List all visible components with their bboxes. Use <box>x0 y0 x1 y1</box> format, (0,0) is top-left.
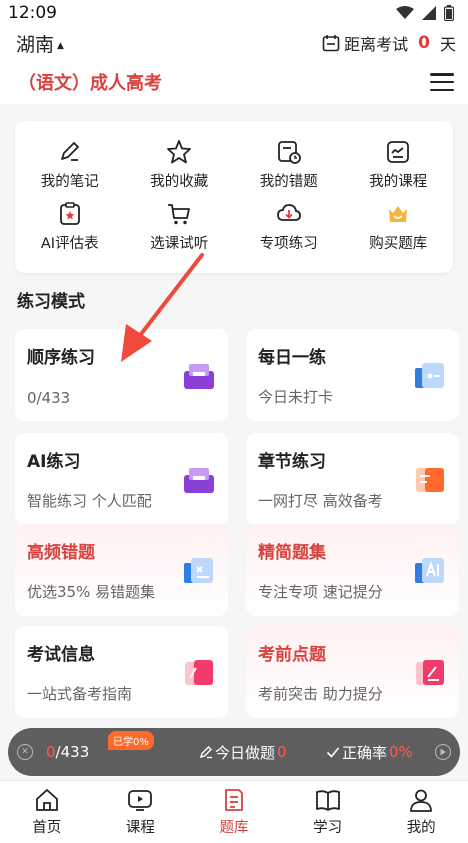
mode-card-pre-exam-points[interactable]: 考前点题 考前突击 助力提分 <box>246 626 459 718</box>
mode-card-concise-set[interactable]: 精简题集 专注专项 速记提分 <box>246 524 459 616</box>
today-questions: 今日做题 0 <box>199 742 287 763</box>
region-label: 湖南 <box>16 33 55 56</box>
subject-bar: （语文）成人高考 <box>0 62 468 102</box>
quick-link-ai-evaluation[interactable]: AI评估表 <box>15 201 125 263</box>
pink-doc-icon <box>185 660 213 685</box>
header: 湖南 ▲ 距离考试 0 天 <box>0 26 468 60</box>
course-icon <box>387 141 410 163</box>
mode-card-ai[interactable]: AI练习 智能练习 个人匹配 <box>15 433 228 525</box>
pen-icon <box>199 746 212 759</box>
progress-total: /433 <box>55 743 90 761</box>
play-course-icon <box>128 790 153 811</box>
battery-icon <box>444 5 454 21</box>
home-icon <box>35 789 58 811</box>
quick-link-special-practice[interactable]: 专项练习 <box>234 201 344 263</box>
section-title: 练习模式 <box>17 292 85 312</box>
crown-bag-icon <box>389 206 408 222</box>
mode-card-frequent-errors[interactable]: 高频错题 优选35% 易错题集 <box>15 524 228 616</box>
status-bar: 12:09 <box>0 0 468 26</box>
progress-bar-pill: ✕ 0 /433 已学0% 今日做题 0 正确率 0% <box>8 728 460 776</box>
cart-icon <box>168 204 191 225</box>
mode-card-daily[interactable]: 每日一练 今日未打卡 <box>246 329 459 421</box>
region-selector[interactable]: 湖南 ▲ <box>16 30 64 57</box>
purple-box-icon <box>184 468 214 493</box>
question-bank-icon <box>225 789 243 811</box>
blue-wrong-icon <box>184 558 213 583</box>
pink-pen-icon <box>416 660 444 685</box>
caret-down-icon: ▲ <box>57 41 64 51</box>
blue-ai-icon <box>415 558 444 583</box>
star-icon <box>167 140 192 164</box>
quick-links-card: 我的笔记 我的收藏 我的错题 我的课程 AI评估表 选课试听 专项练习 购买题库 <box>15 121 453 273</box>
nav-mine[interactable]: 我的 <box>374 781 468 843</box>
close-icon[interactable]: ✕ <box>17 744 33 760</box>
mode-card-exam-info[interactable]: 考试信息 一站式备考指南 <box>15 626 228 718</box>
check-icon <box>326 747 340 758</box>
quick-link-notes[interactable]: 我的笔记 <box>15 139 125 201</box>
quick-link-course-trial[interactable]: 选课试听 <box>125 201 235 263</box>
wrong-questions-icon <box>277 141 301 164</box>
book-icon <box>315 790 340 811</box>
exam-days-value: 0 <box>418 33 430 53</box>
exam-label: 距离考试 <box>344 35 409 54</box>
nav-home[interactable]: 首页 <box>0 781 94 843</box>
accuracy: 正确率 0% <box>326 742 413 763</box>
nav-study[interactable]: 学习 <box>281 781 375 843</box>
signal-icon <box>422 6 436 20</box>
nav-courses[interactable]: 课程 <box>94 781 188 843</box>
orange-chapter-icon <box>416 468 444 492</box>
mode-card-chapter[interactable]: 章节练习 一网打尽 高效备考 <box>246 433 459 525</box>
status-time: 12:09 <box>8 3 57 23</box>
download-cloud-icon <box>276 204 301 221</box>
quick-link-courses[interactable]: 我的课程 <box>344 139 454 201</box>
pen-note-icon <box>60 142 79 161</box>
exam-unit: 天 <box>439 35 456 54</box>
nav-question-bank[interactable]: 题库 <box>187 781 281 843</box>
bottom-nav: 首页 课程 题库 学习 我的 <box>0 780 468 843</box>
play-icon[interactable] <box>435 744 451 760</box>
progress-done: 0 <box>46 743 56 761</box>
exam-countdown[interactable]: 距离考试 0 天 <box>322 31 456 55</box>
quick-link-wrong-questions[interactable]: 我的错题 <box>234 139 344 201</box>
calendar-icon <box>322 35 340 52</box>
quick-link-favorites[interactable]: 我的收藏 <box>125 139 235 201</box>
wifi-icon <box>396 6 414 19</box>
progress-count: 0 /433 <box>46 743 89 761</box>
studied-badge: 已学0% <box>108 731 154 750</box>
subject-title[interactable]: （语文）成人高考 <box>18 69 162 95</box>
ai-evaluation-icon <box>59 202 80 225</box>
blue-calendar-icon <box>415 363 444 388</box>
menu-icon[interactable] <box>430 73 454 91</box>
purple-box-icon <box>184 364 214 389</box>
mode-card-sequential[interactable]: 顺序练习 0/433 <box>15 329 228 421</box>
quick-link-buy-bank[interactable]: 购买题库 <box>344 201 454 263</box>
user-icon <box>410 789 433 812</box>
